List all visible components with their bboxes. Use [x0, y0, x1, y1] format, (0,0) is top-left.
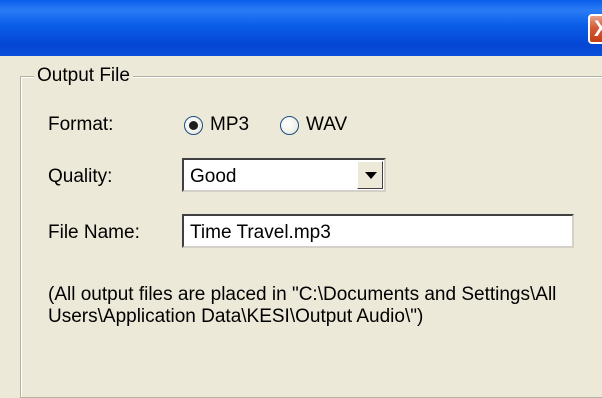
output-location-note: (All output files are placed in "C:\Docu… — [48, 284, 557, 327]
title-bar[interactable]: X — [0, 0, 602, 56]
close-button[interactable]: X — [588, 14, 602, 44]
dialog-body: Output File Format: MP3 WAV Quality: Goo… — [0, 56, 602, 398]
format-option-wav-label[interactable]: WAV — [306, 114, 347, 136]
quality-label: Quality: — [48, 166, 113, 187]
file-name-input[interactable]: Time Travel.mp3 — [182, 214, 574, 248]
format-radio-mp3[interactable] — [184, 116, 203, 135]
format-radio-wav[interactable] — [280, 116, 299, 135]
chevron-down-icon[interactable] — [357, 161, 383, 189]
quality-selected-value: Good — [190, 166, 237, 187]
quality-select[interactable]: Good — [182, 158, 386, 192]
format-option-mp3-label[interactable]: MP3 — [210, 114, 249, 136]
close-icon: X — [594, 16, 602, 41]
format-label: Format: — [48, 114, 114, 135]
output-file-group-label: Output File — [34, 65, 133, 87]
file-name-label: File Name: — [48, 222, 140, 243]
